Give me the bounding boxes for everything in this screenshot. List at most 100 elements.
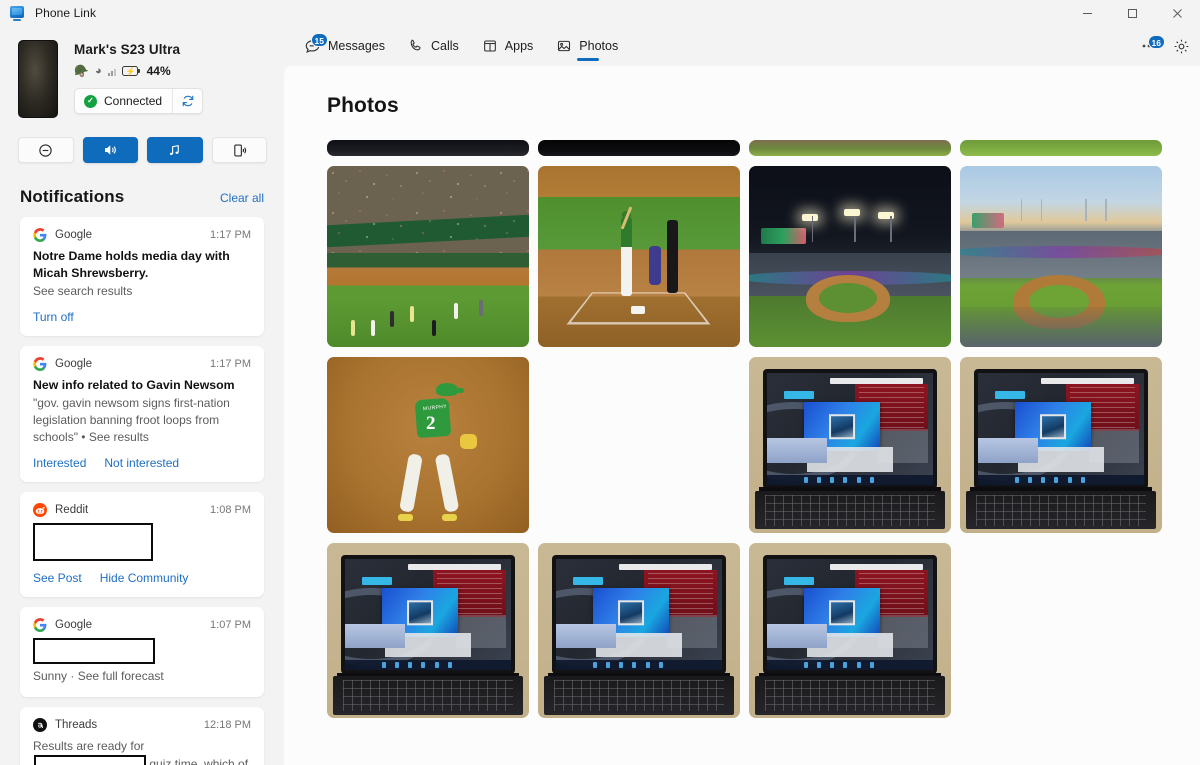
quick-action-ring-phone[interactable] bbox=[211, 137, 267, 163]
notification-app: Google bbox=[33, 617, 93, 632]
top-navigation-right: 16 bbox=[1141, 26, 1190, 66]
photo-thumbnail[interactable] bbox=[960, 357, 1162, 533]
clear-all-button[interactable]: Clear all bbox=[220, 191, 264, 205]
google-icon bbox=[33, 356, 47, 371]
photo-thumbnail[interactable] bbox=[327, 166, 529, 347]
threads-icon bbox=[33, 717, 47, 732]
notification-item[interactable]: Threads 12:18 PM Results are ready for q… bbox=[20, 706, 264, 765]
notification-body-prefix: Results are ready for bbox=[33, 738, 145, 753]
cellular-signal-icon bbox=[107, 67, 116, 76]
notification-body: Results are ready for quiz time, which o… bbox=[33, 738, 251, 765]
notification-body: See search results bbox=[33, 283, 133, 298]
top-navigation: 15 Messages Calls Apps Photos 16 bbox=[284, 26, 1200, 66]
photo-thumbnail[interactable] bbox=[960, 166, 1162, 347]
tab-label: Messages bbox=[328, 39, 385, 53]
connection-label: Connected bbox=[104, 94, 163, 108]
device-summary: Mark's S23 Ultra 🪖 ◕ ⚡ 44% ✓ Connected bbox=[0, 26, 284, 118]
window-title-bar: Phone Link bbox=[0, 0, 1200, 26]
refresh-icon[interactable] bbox=[172, 89, 202, 113]
notification-header: Google 1:07 PM bbox=[33, 617, 251, 632]
connection-status[interactable]: ✓ Connected bbox=[75, 89, 172, 113]
active-tab-indicator bbox=[577, 58, 600, 61]
tab-label: Apps bbox=[504, 39, 534, 53]
notification-actions: See Post Hide Community bbox=[33, 571, 251, 585]
photo-thumbnail[interactable] bbox=[538, 543, 740, 718]
notification-header: Reddit 1:08 PM bbox=[33, 502, 251, 517]
photo-thumbnail[interactable] bbox=[749, 543, 951, 718]
photo-thumbnail[interactable] bbox=[538, 140, 740, 156]
notification-item[interactable]: Google 1:17 PM Notre Dame holds media da… bbox=[20, 217, 264, 336]
notification-actions: Turn off bbox=[33, 310, 251, 324]
gear-icon[interactable] bbox=[1173, 38, 1190, 55]
quick-action-volume[interactable] bbox=[82, 137, 138, 163]
tab-calls[interactable]: Calls bbox=[399, 26, 470, 66]
notification-item[interactable]: Google 1:07 PM Sunny · See full forecast bbox=[20, 606, 264, 697]
photo-thumbnail[interactable] bbox=[538, 166, 740, 347]
connected-check-icon: ✓ bbox=[84, 94, 97, 108]
redacted-content-block bbox=[34, 754, 146, 765]
phone-link-icon bbox=[9, 5, 26, 21]
tab-apps[interactable]: Apps bbox=[473, 26, 545, 66]
notification-action-hide-community[interactable]: Hide Community bbox=[100, 571, 189, 585]
notification-app: Reddit bbox=[33, 502, 88, 517]
connection-status-pill: ✓ Connected bbox=[74, 88, 204, 114]
quick-action-do-not-disturb[interactable] bbox=[18, 137, 74, 163]
notification-header: Google 1:17 PM bbox=[33, 356, 251, 371]
bluetooth-icon: 🪖 bbox=[74, 64, 89, 78]
notification-header: Threads 12:18 PM bbox=[33, 717, 251, 732]
page-title: Photos bbox=[327, 94, 399, 117]
notification-action-see-post[interactable]: See Post bbox=[33, 571, 82, 585]
photo-thumbnail[interactable] bbox=[327, 543, 529, 718]
close-button[interactable] bbox=[1155, 0, 1200, 26]
photo-thumbnail[interactable]: MURPHY 2 bbox=[327, 357, 529, 533]
reddit-icon bbox=[33, 502, 47, 517]
photo-grid-gap bbox=[960, 543, 1162, 718]
notification-time: 1:17 PM bbox=[210, 357, 251, 370]
notification-app-name: Google bbox=[55, 618, 93, 631]
sidebar: Mark's S23 Ultra 🪖 ◕ ⚡ 44% ✓ Connected N… bbox=[0, 26, 284, 765]
device-info: Mark's S23 Ultra 🪖 ◕ ⚡ 44% ✓ Connected bbox=[74, 40, 204, 118]
tab-photos[interactable]: Photos bbox=[547, 26, 629, 66]
notification-item[interactable]: Reddit 1:08 PM See Post Hide Community bbox=[20, 491, 264, 597]
wifi-icon: ◕ bbox=[94, 65, 102, 77]
apps-grid-icon bbox=[482, 38, 498, 54]
device-name: Mark's S23 Ultra bbox=[74, 42, 181, 57]
notification-app: Threads bbox=[33, 717, 97, 732]
photos-icon bbox=[556, 38, 572, 54]
notifications-title: Notifications bbox=[20, 187, 125, 206]
photo-thumbnail[interactable] bbox=[749, 166, 951, 347]
notification-action-not-interested[interactable]: Not interested bbox=[104, 456, 179, 470]
notification-body: Sunny · See full forecast bbox=[33, 668, 164, 683]
device-status-icons: 🪖 ◕ ⚡ 44% bbox=[74, 64, 203, 78]
notification-actions: Interested Not interested bbox=[33, 456, 251, 470]
redacted-content-block bbox=[33, 637, 155, 664]
phone-icon bbox=[408, 38, 424, 54]
google-icon bbox=[33, 617, 47, 632]
notification-time: 12:18 PM bbox=[203, 718, 251, 731]
battery-charging-icon: ⚡ bbox=[121, 66, 140, 76]
tab-messages[interactable]: 15 Messages bbox=[295, 26, 396, 66]
notification-action-interested[interactable]: Interested bbox=[33, 456, 86, 470]
notification-action-turn-off[interactable]: Turn off bbox=[33, 310, 74, 324]
photo-thumbnail[interactable] bbox=[749, 140, 951, 156]
notification-header: Google 1:17 PM bbox=[33, 228, 251, 242]
quick-action-music[interactable] bbox=[147, 137, 203, 163]
more-options-button[interactable]: 16 bbox=[1141, 35, 1165, 49]
photo-thumbnail[interactable] bbox=[960, 140, 1162, 156]
minimize-button[interactable] bbox=[1065, 0, 1110, 26]
notification-item[interactable]: Google 1:17 PM New info related to Gavin… bbox=[20, 345, 264, 482]
battery-percent: 44% bbox=[146, 64, 171, 78]
redacted-content-block bbox=[33, 522, 153, 561]
photos-grid: MURPHY 2 bbox=[327, 140, 1163, 765]
notification-app: Google bbox=[33, 356, 92, 371]
maximize-button[interactable] bbox=[1110, 0, 1155, 26]
notifications-list: Google 1:17 PM Notre Dame holds media da… bbox=[0, 207, 284, 765]
notifications-header: Notifications Clear all bbox=[0, 163, 284, 207]
photo-thumbnail[interactable] bbox=[327, 140, 529, 156]
notification-app-name: Google bbox=[55, 229, 93, 241]
device-thumbnail bbox=[18, 40, 58, 118]
photo-thumbnail[interactable] bbox=[749, 357, 951, 533]
notification-title: New info related to Gavin Newsom bbox=[33, 377, 235, 392]
more-options-badge: 16 bbox=[1147, 35, 1165, 49]
photo-grid-gap bbox=[538, 357, 740, 533]
